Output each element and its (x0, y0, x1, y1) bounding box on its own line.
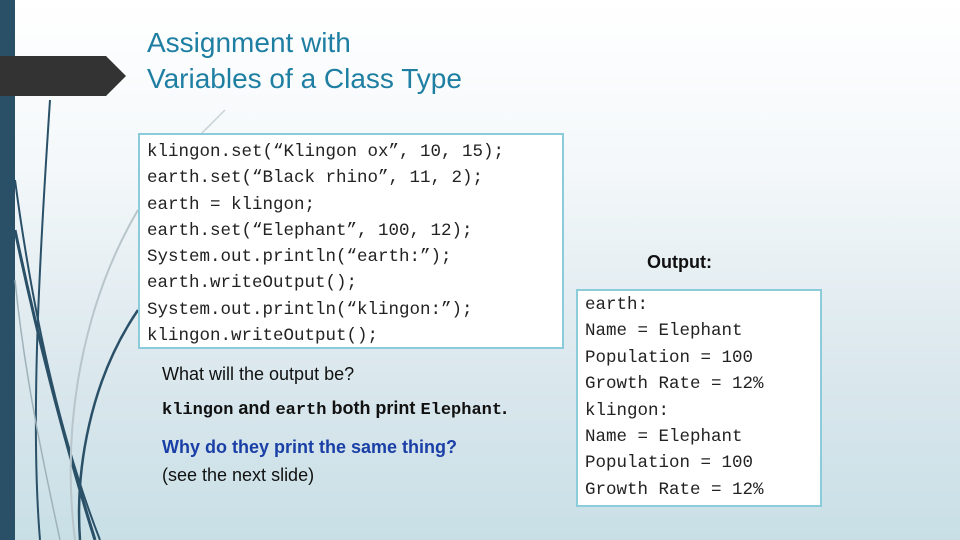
title-line-2: Variables of a Class Type (147, 63, 462, 94)
answer-period: . (502, 398, 508, 418)
code-line: klingon.set(“Klingon ox”, 10, 15); (147, 142, 505, 162)
code-box: klingon.set(“Klingon ox”, 10, 15); earth… (138, 133, 564, 349)
answer-and: and (233, 398, 276, 418)
answer-var-earth: earth (275, 401, 327, 420)
why-question: Why do they print the same thing? (162, 437, 458, 457)
code-line: earth.set(“Black rhino”, 11, 2); (147, 168, 484, 189)
output-line: Name = Elephant (585, 321, 743, 342)
see-next-slide-note: (see the next slide) (162, 465, 315, 485)
code-line: earth.set(“Elephant”, 100, 12); (147, 220, 473, 241)
question-text: What will the output be? (162, 364, 355, 384)
output-line: Growth Rate = 12% (585, 479, 764, 500)
slide-title: Assignment with Variables of a Class Typ… (147, 25, 462, 97)
arrow-tab-shape (0, 56, 126, 96)
output-label: Output: (647, 252, 712, 272)
output-box: earth: Name = Elephant Population = 100 … (576, 289, 822, 507)
output-line: Population = 100 (585, 453, 754, 474)
code-line: System.out.println(“earth:”); (147, 247, 452, 268)
answer-value: Elephant (420, 401, 503, 420)
output-line: Growth Rate = 12% (585, 374, 764, 395)
code-line: earth.writeOutput(); (147, 273, 358, 294)
output-line: earth: (585, 295, 649, 315)
answer-both-print: both print (326, 398, 421, 418)
output-line: klingon: (585, 400, 670, 421)
answer-var-klingon: klingon (162, 401, 234, 420)
output-line: Population = 100 (585, 347, 754, 368)
code-line: earth = klingon; (147, 194, 316, 215)
title-line-1: Assignment with (147, 27, 351, 58)
code-line: System.out.println(“klingon:”); (147, 299, 473, 320)
output-line: Name = Elephant (585, 427, 743, 448)
answer-text: klingon and earth both print Elephant. (162, 398, 507, 420)
code-line: klingon.writeOutput(); (147, 326, 379, 347)
